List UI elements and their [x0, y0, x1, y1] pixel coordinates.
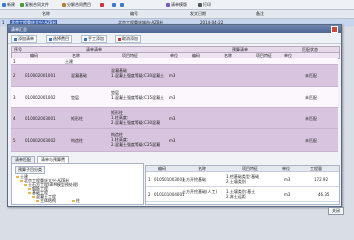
table-row[interactable]: 5 010002003002 构造柱 构造柱 1.柱高度: 2.混凝土强度等级:…: [11, 129, 338, 152]
delete-icon: [100, 2, 104, 7]
cancel-icon: [118, 37, 121, 41]
folder-icon: [16, 176, 19, 178]
table-row[interactable]: 1 010501003001 土方开挖基础 1.挖基础类型:基础 2.土壤类别 …: [146, 172, 339, 187]
budget-category-tree: 预算子目分类 土建 北京工程重庆大兴-AZBH 土石方工程(BIM模型预处理) …: [11, 163, 144, 205]
dialog-title: 清单汇总: [11, 27, 27, 32]
close-button[interactable]: 关闭: [328, 207, 344, 215]
close-icon[interactable]: [331, 26, 338, 33]
split-contract-button[interactable]: 分解合同费目: [62, 1, 91, 8]
template-button[interactable]: 清单模版: [166, 1, 187, 8]
add-icon: [14, 37, 17, 41]
table-row[interactable]: 4 010002003001 矩形柱 矩形柱 1.柱高度: 2.混凝土强度等级:…: [11, 108, 338, 129]
select-icon: [49, 37, 52, 41]
new-icon: [2, 2, 6, 7]
folder-icon: [36, 200, 39, 202]
tree-node[interactable]: 柱: [72, 198, 80, 204]
down-button[interactable]: [120, 1, 124, 8]
folder-icon: [32, 196, 35, 198]
dialog-toolbar: 添加清单 选择费目 手工添加 取消添加: [8, 34, 341, 44]
up-button[interactable]: [112, 1, 116, 8]
print-icon: [198, 2, 202, 7]
split-icon: [62, 2, 66, 7]
print-button[interactable]: 打印: [198, 1, 211, 8]
table-row[interactable]: 3 010002001002 垫层 垫层 1.混凝土强度等级:C15混凝土 m3…: [11, 87, 338, 108]
cancel-add-button[interactable]: 取消添加: [115, 35, 141, 43]
bill-summary-dialog: 清单汇总 添加清单 选择费目 手工添加 取消添加 序号 清单清单 预算清单 匹配…: [7, 24, 342, 207]
folder-icon: [20, 180, 23, 182]
table-row[interactable]: 1 土建: [11, 58, 338, 65]
bg-grid-header: 名称 编号 发文日期 备注: [0, 10, 354, 19]
manual-add-button[interactable]: 手工添加: [81, 35, 107, 43]
template-icon: [166, 2, 170, 7]
dialog-titlebar: 清单汇总: [8, 25, 341, 33]
copy-icon: [20, 2, 24, 7]
main-toolbar: 新建 复制合同文件 分解合同费目 清单模版 打印: [0, 0, 354, 10]
folder-icon: [72, 200, 75, 202]
tree-title: 预算子目分类: [15, 166, 45, 174]
folder-icon: [28, 192, 31, 194]
copy-contract-button[interactable]: 复制合同文件: [20, 1, 49, 8]
table-row[interactable]: 2 010101004001 土方开挖基础(人工) 1.土壤类别:基土 2.弃土…: [146, 187, 339, 202]
arrow-up-icon: [112, 2, 116, 7]
new-button[interactable]: 新建: [2, 1, 15, 8]
arrow-down-icon: [120, 2, 124, 7]
add-bill-button[interactable]: 添加清单: [11, 35, 37, 43]
tree-node[interactable]: 主体结构: [36, 198, 56, 204]
select-fee-button[interactable]: 选择费目: [46, 35, 72, 43]
budget-items-grid: 编码 名称 项目特征 单位 工程量 1 010501003001 土方开挖基础 …: [145, 165, 340, 205]
delete-button[interactable]: [100, 1, 104, 8]
table-row[interactable]: 2 010002001001 混凝基础 混凝基础 1.混凝土强度等级:C30混凝…: [11, 65, 338, 87]
folder-icon: [24, 184, 27, 186]
manual-icon: [84, 37, 87, 41]
